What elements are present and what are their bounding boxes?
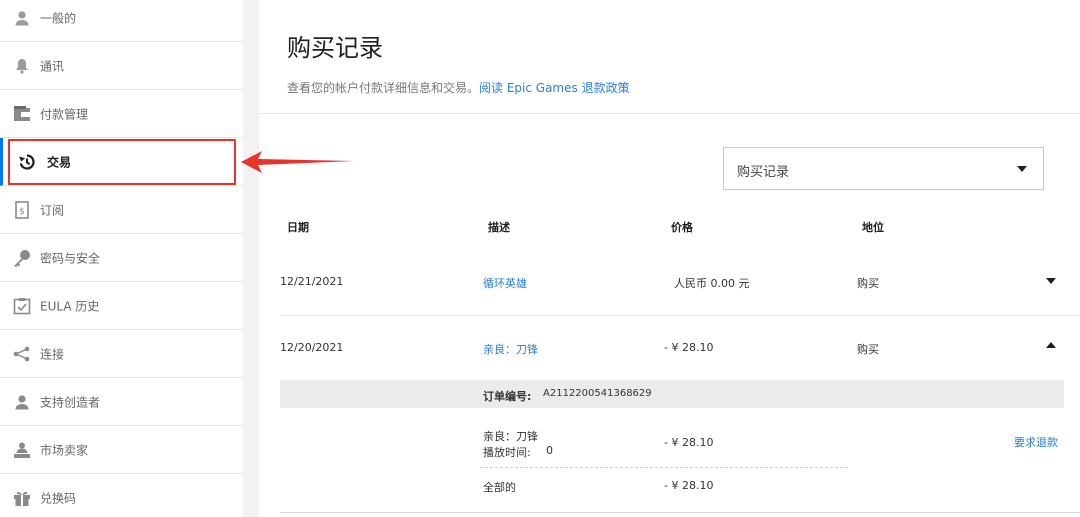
sidebar-item-label: 订阅 — [40, 203, 65, 217]
sidebar-item-password-security[interactable]: 密码与安全 — [0, 234, 243, 282]
order-id-band — [280, 380, 1064, 408]
row-date: 12/21/2021 — [280, 275, 344, 288]
refund-policy-link[interactable]: 阅读 Epic Games 退款政策 — [479, 81, 630, 95]
sidebar-gap — [243, 0, 259, 517]
svg-text:$: $ — [19, 207, 25, 217]
subscription-icon: $ — [12, 200, 32, 220]
sidebar-item-marketplace-seller[interactable]: 市场卖家 — [0, 426, 243, 474]
sidebar-item-label: 密码与安全 — [40, 251, 101, 265]
sidebar-item-label: EULA 历史 — [40, 299, 100, 313]
column-header-description: 描述 — [488, 221, 510, 234]
table-bottom-divider — [280, 512, 1080, 513]
row-status: 购买 — [857, 277, 879, 290]
sidebar-item-eula-history[interactable]: EULA 历史 — [0, 282, 243, 330]
row-price: - ¥ 28.10 — [664, 341, 714, 354]
bell-icon — [12, 56, 32, 76]
wallet-icon — [12, 104, 32, 124]
row-description-link[interactable]: 循环英雄 — [483, 275, 527, 291]
request-refund-link[interactable]: 要求退款 — [1014, 434, 1058, 450]
detail-item-name: 亲良：刀锋 — [483, 430, 538, 443]
seller-icon — [12, 440, 32, 460]
column-header-price: 价格 — [671, 221, 693, 234]
sidebar-item-label: 市场卖家 — [40, 443, 89, 457]
sidebar-item-label: 兑换码 — [40, 491, 77, 506]
sidebar: 一般的 通讯 付款管理 交易 $ 订阅 密码与安全 EULA 历史 连接 支持创… — [0, 0, 243, 517]
sidebar-item-label: 付款管理 — [40, 107, 89, 121]
checklist-icon — [12, 296, 32, 316]
row-divider — [280, 315, 1080, 316]
gift-icon — [12, 488, 32, 508]
sidebar-item-label: 连接 — [40, 347, 65, 361]
sidebar-item-label: 通讯 — [40, 59, 65, 73]
person-icon — [12, 392, 32, 412]
row-description-link[interactable]: 亲良：刀锋 — [483, 341, 538, 357]
page-title: 购买记录 — [287, 34, 383, 62]
key-icon — [12, 248, 32, 268]
header-divider — [259, 113, 1080, 114]
order-id-value: A2112200541368629 — [543, 388, 652, 399]
sidebar-item-transactions[interactable]: 交易 — [0, 138, 243, 186]
detail-item-price: - ¥ 28.10 — [664, 436, 714, 449]
detail-dashed-divider — [480, 467, 848, 468]
chevron-down-icon — [1017, 166, 1027, 172]
select-value: 购买记录 — [737, 165, 790, 180]
detail-playtime-label: 播放时间: — [483, 446, 531, 459]
sidebar-item-label: 交易 — [47, 155, 72, 169]
order-id-label: 订单编号: — [483, 390, 532, 403]
transaction-type-select[interactable]: 购买记录 — [723, 147, 1044, 190]
sidebar-item-label: 支持创造者 — [40, 395, 101, 409]
collapse-row-icon[interactable] — [1046, 342, 1056, 348]
column-header-date: 日期 — [287, 221, 309, 234]
main-panel: 购买记录 查看您的帐户付款详细信息和交易。阅读 Epic Games 退款政策 … — [259, 0, 1080, 517]
history-icon — [17, 152, 37, 172]
detail-total-label: 全部的 — [483, 481, 516, 494]
person-icon — [12, 8, 32, 28]
row-price: 人民币 0.00 元 — [674, 277, 750, 290]
detail-playtime-value: 0 — [546, 444, 553, 457]
page-subtitle: 查看您的帐户付款详细信息和交易。阅读 Epic Games 退款政策 — [287, 79, 630, 96]
sidebar-item-connections[interactable]: 连接 — [0, 330, 243, 378]
sidebar-item-support-creator[interactable]: 支持创造者 — [0, 378, 243, 426]
sidebar-item-label: 一般的 — [40, 11, 77, 25]
share-icon — [12, 344, 32, 364]
sidebar-item-redeem-code[interactable]: 兑换码 — [0, 474, 243, 517]
sidebar-item-notifications[interactable]: 通讯 — [0, 42, 243, 90]
subtitle-text: 查看您的帐户付款详细信息和交易。 — [287, 81, 480, 95]
row-status: 购买 — [857, 343, 879, 356]
column-header-status: 地位 — [862, 221, 884, 234]
sidebar-item-general[interactable]: 一般的 — [0, 0, 243, 42]
sidebar-item-subscriptions[interactable]: $ 订阅 — [0, 186, 243, 234]
expand-row-icon[interactable] — [1046, 278, 1056, 284]
detail-total-price: - ¥ 28.10 — [664, 479, 714, 492]
row-date: 12/20/2021 — [280, 341, 344, 354]
sidebar-item-payment[interactable]: 付款管理 — [0, 90, 243, 138]
